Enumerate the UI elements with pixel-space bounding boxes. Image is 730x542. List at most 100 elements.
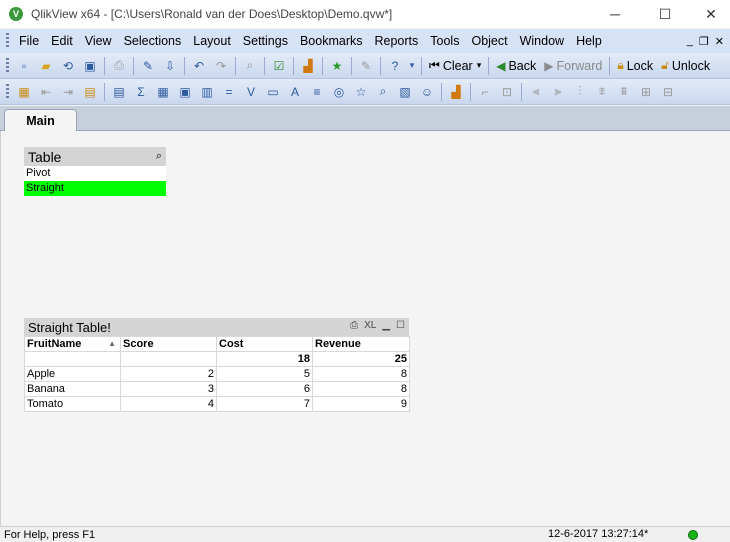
- menu-reports[interactable]: Reports: [369, 29, 425, 53]
- save-icon[interactable]: ▣: [81, 57, 99, 75]
- column-header-fruitname[interactable]: FruitName ▲: [24, 336, 121, 352]
- listbox-caption[interactable]: Table ⌕: [24, 147, 166, 166]
- container-icon[interactable]: ▧: [396, 83, 414, 101]
- search-icon[interactable]: ⌕: [156, 150, 162, 163]
- multibox-icon[interactable]: ▣: [176, 83, 194, 101]
- toolbar-separator: [235, 56, 236, 75]
- menu-edit[interactable]: Edit: [45, 29, 79, 53]
- search-object-icon[interactable]: ⌕: [374, 83, 392, 101]
- send-to-excel-icon[interactable]: XL: [364, 320, 376, 331]
- tab-main[interactable]: Main: [4, 109, 77, 132]
- menubar-grip[interactable]: [6, 33, 9, 49]
- menu-bookmarks[interactable]: Bookmarks: [294, 29, 369, 53]
- menu-help[interactable]: Help: [570, 29, 608, 53]
- print-icon[interactable]: ⎙: [110, 57, 128, 75]
- edit-script-icon[interactable]: ✎: [139, 57, 157, 75]
- line-arrow-icon[interactable]: ≡: [308, 83, 326, 101]
- edit-icon[interactable]: ✎: [357, 57, 375, 75]
- doc-restore-icon[interactable]: ❐: [699, 35, 709, 48]
- reload-icon[interactable]: ⟲: [59, 57, 77, 75]
- close-icon: ✕: [705, 5, 717, 22]
- server-object-icon[interactable]: ▟: [447, 83, 465, 101]
- sheet-properties-icon[interactable]: ▤: [81, 83, 99, 101]
- listbox-item-straight[interactable]: Straight: [24, 181, 166, 196]
- toolbar-separator: [104, 56, 105, 75]
- table-box-icon[interactable]: ▦: [154, 83, 172, 101]
- menu-view[interactable]: View: [79, 29, 118, 53]
- print-icon[interactable]: ⎙: [350, 320, 358, 331]
- column-header-score[interactable]: Score: [120, 336, 217, 352]
- menu-layout[interactable]: Layout: [187, 29, 237, 53]
- align-bottom-icon[interactable]: ⩩: [615, 83, 633, 101]
- toolbar-grip[interactable]: [6, 83, 9, 100]
- undo-icon[interactable]: ↶: [190, 57, 208, 75]
- toolbar-overflow-icon[interactable]: ▾: [408, 57, 416, 75]
- doc-minimize-icon[interactable]: _: [687, 35, 693, 48]
- unlock-button[interactable]: 🔓︎ Unlock: [657, 58, 714, 73]
- menu-selections[interactable]: Selections: [118, 29, 188, 53]
- table-cell[interactable]: Banana: [24, 381, 121, 397]
- menu-bar: File Edit View Selections Layout Setting…: [0, 29, 730, 53]
- column-header-cost[interactable]: Cost: [216, 336, 313, 352]
- custom-object-icon[interactable]: ☺: [418, 83, 436, 101]
- status-bar: For Help, press F1 12-6-2017 13:27:14*: [0, 526, 730, 542]
- promote-sheet-icon[interactable]: ⇤: [37, 83, 55, 101]
- column-header-revenue[interactable]: Revenue: [312, 336, 410, 352]
- menu-object[interactable]: Object: [465, 29, 513, 53]
- doc-close-icon[interactable]: ✕: [715, 35, 724, 48]
- menu-settings[interactable]: Settings: [237, 29, 294, 53]
- minimize-button[interactable]: ─: [592, 0, 638, 28]
- open-icon[interactable]: ▰: [37, 57, 55, 75]
- listbox-title: Table: [28, 148, 62, 165]
- search-icon[interactable]: ⌕: [241, 57, 259, 75]
- table-cell: 5: [216, 366, 313, 382]
- chart-icon[interactable]: ▟: [299, 57, 317, 75]
- menu-tools[interactable]: Tools: [424, 29, 465, 53]
- redo-icon[interactable]: ↷: [212, 57, 230, 75]
- button-icon[interactable]: ▭: [264, 83, 282, 101]
- space-horizontal-icon[interactable]: ⊞: [637, 83, 655, 101]
- chart-object-icon[interactable]: ▥: [198, 83, 216, 101]
- demote-sheet-icon[interactable]: ⇥: [59, 83, 77, 101]
- align-top-icon[interactable]: ⫶: [571, 83, 589, 101]
- straight-table-caption[interactable]: Straight Table! ⎙ XL ▁ ☐: [24, 318, 409, 336]
- clear-button[interactable]: ⏮ Clear ▾: [425, 58, 485, 73]
- table-cell: 4: [120, 396, 217, 412]
- lock-button[interactable]: 🔒︎ Lock: [613, 58, 657, 73]
- maximize-icon[interactable]: ☐: [396, 320, 405, 331]
- listbox-item-pivot[interactable]: Pivot: [24, 166, 166, 181]
- back-button[interactable]: ◀ Back: [492, 59, 540, 73]
- align-left-icon[interactable]: ⊡: [498, 83, 516, 101]
- table-cell[interactable]: Tomato: [24, 396, 121, 412]
- bookmark-object-icon[interactable]: ☆: [352, 83, 370, 101]
- reload-data-icon[interactable]: ⇩: [161, 57, 179, 75]
- text-object-icon[interactable]: A: [286, 83, 304, 101]
- format-painter-icon[interactable]: ⌐: [476, 83, 494, 101]
- input-box-icon[interactable]: =: [220, 83, 238, 101]
- help-icon[interactable]: ?: [386, 57, 404, 75]
- sort-indicator-icon: ▲: [108, 339, 116, 348]
- space-vertical-icon[interactable]: ⊟: [659, 83, 677, 101]
- align-center-icon[interactable]: ⫷: [527, 83, 545, 101]
- statistics-box-icon[interactable]: Σ: [132, 83, 150, 101]
- maximize-button[interactable]: ☐: [642, 0, 688, 28]
- apply-icon[interactable]: ☑: [270, 57, 288, 75]
- total-cell: [120, 351, 217, 367]
- toolbar-grip[interactable]: [6, 57, 9, 74]
- new-icon[interactable]: ▫: [15, 57, 33, 75]
- forward-button[interactable]: ▶ Forward: [540, 59, 606, 73]
- listbox-icon[interactable]: ▤: [110, 83, 128, 101]
- close-button[interactable]: ✕: [688, 0, 730, 28]
- bookmark-star-icon[interactable]: ★: [328, 57, 346, 75]
- current-selections-icon[interactable]: V: [242, 83, 260, 101]
- align-middle-icon[interactable]: ⩨: [593, 83, 611, 101]
- menu-window[interactable]: Window: [514, 29, 570, 53]
- table-cell: 9: [312, 396, 410, 412]
- slider-icon[interactable]: ◎: [330, 83, 348, 101]
- align-right-icon[interactable]: ⫸: [549, 83, 567, 101]
- menu-file[interactable]: File: [13, 29, 45, 53]
- clear-dropdown-icon[interactable]: ▾: [477, 60, 482, 71]
- new-sheet-icon[interactable]: ▦: [15, 83, 33, 101]
- minimize-icon[interactable]: ▁: [382, 320, 390, 331]
- table-cell[interactable]: Apple: [24, 366, 121, 382]
